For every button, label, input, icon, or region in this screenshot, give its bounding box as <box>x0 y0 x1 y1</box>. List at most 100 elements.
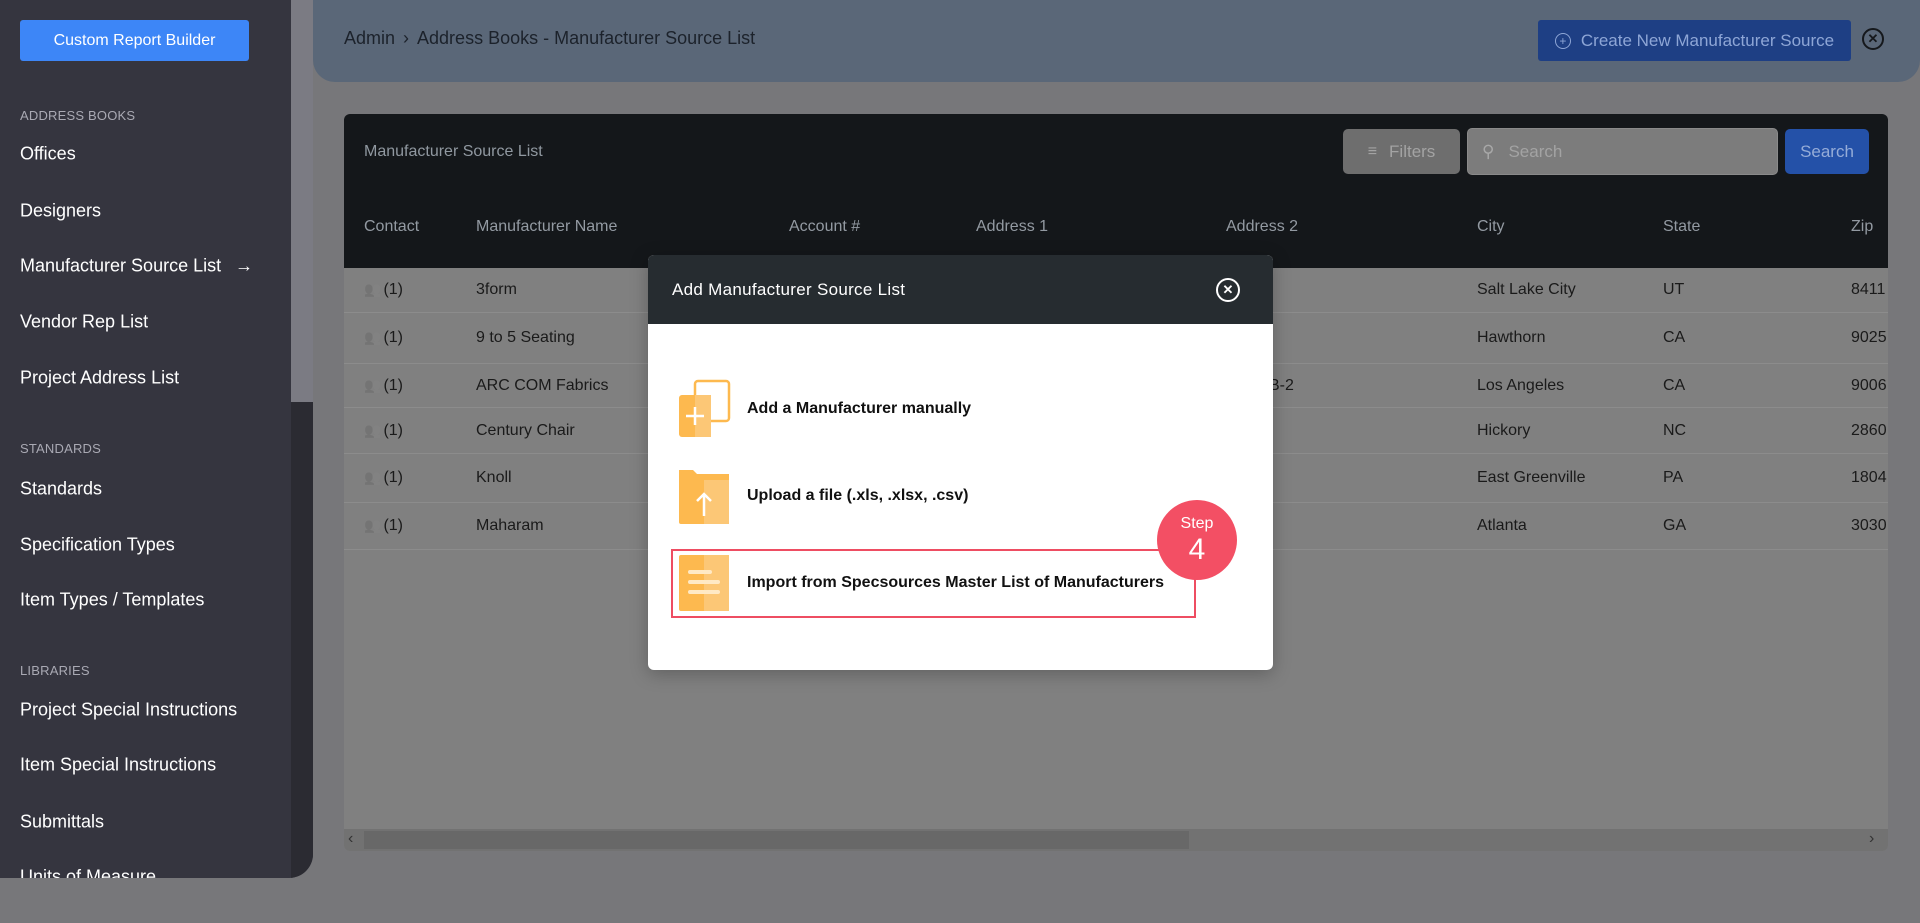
name-cell: ARC COM Fabrics <box>476 376 609 394</box>
sidebar-item-label: Item Types / Templates <box>20 589 205 610</box>
users-icon[interactable]: 👥 <box>364 517 381 533</box>
contact-count[interactable]: (1) <box>383 469 403 486</box>
sidebar-item-standards[interactable]: Standards <box>20 479 102 500</box>
breadcrumb: Admin › Address Books - Manufacturer Sou… <box>344 28 755 49</box>
sidebar-scrollbar-thumb[interactable] <box>291 0 313 402</box>
column-address-1[interactable]: Address 1 <box>976 218 1048 236</box>
option-label: Upload a file (.xls, .xlsx, .csv) <box>747 487 969 504</box>
filter-icon: ≡ <box>1367 142 1378 160</box>
column-address-2[interactable]: Address 2 <box>1226 218 1298 236</box>
city-cell: Hickory <box>1477 421 1531 439</box>
search-input[interactable] <box>1508 141 1759 162</box>
users-icon[interactable]: 👥 <box>364 329 381 345</box>
scroll-left-icon[interactable]: ‹ <box>348 830 353 848</box>
add-manufacturer-modal: Add Manufacturer Source List ✕ Add a Man… <box>648 255 1273 670</box>
state-cell: UT <box>1663 281 1685 298</box>
sidebar-item-project-special-instructions[interactable]: Project Special Instructions <box>20 700 237 721</box>
scroll-right-icon[interactable]: › <box>1869 830 1874 848</box>
contact-count[interactable]: (1) <box>383 377 403 394</box>
create-new-manufacturer-source-button[interactable]: + Create New Manufacturer Source <box>1538 20 1851 61</box>
option-upload-file[interactable]: Upload a file (.xls, .xlsx, .csv) <box>677 466 968 526</box>
users-icon[interactable]: 👥 <box>364 422 381 438</box>
city-cell: East Greenville <box>1477 469 1586 486</box>
column-city[interactable]: City <box>1477 218 1505 236</box>
column-state[interactable]: State <box>1663 218 1700 236</box>
create-button-label: Create New Manufacturer Source <box>1580 30 1835 50</box>
sidebar-item-label: Item Special Instructions <box>20 754 217 775</box>
users-icon[interactable]: 👥 <box>364 469 381 485</box>
sidebar-item-submittals[interactable]: Submittals <box>20 812 104 833</box>
city-cell: Hawthorn <box>1477 329 1546 346</box>
sidebar: Custom Report Builder ADDRESS BOOKS Offi… <box>0 0 313 878</box>
step-badge: Step 4 <box>1157 500 1237 580</box>
state-cell: CA <box>1663 329 1686 346</box>
custom-report-builder-button[interactable]: Custom Report Builder <box>20 20 249 61</box>
sidebar-item-label: Manufacturer Source List <box>20 255 222 276</box>
sidebar-item-specification-types[interactable]: Specification Types <box>20 535 175 556</box>
breadcrumb-admin[interactable]: Admin <box>344 28 395 49</box>
users-icon[interactable]: 👥 <box>364 281 381 297</box>
zip-cell: 9025 <box>1851 329 1887 346</box>
filters-button[interactable]: ≡ Filters <box>1343 129 1460 174</box>
search-button[interactable]: Search <box>1785 129 1869 174</box>
contact-count[interactable]: (1) <box>383 422 403 439</box>
search-box: ⚲ <box>1467 128 1778 175</box>
column-manufacturer-name[interactable]: Manufacturer Name <box>476 218 617 236</box>
name-cell: 9 to 5 Seating <box>476 329 575 346</box>
sidebar-item-item-types-templates[interactable]: Item Types / Templates <box>20 590 204 611</box>
sidebar-item-label: Project Address List <box>20 367 180 388</box>
sidebar-item-item-special-instructions[interactable]: Item Special Instructions <box>20 755 216 776</box>
sidebar-item-vendor-rep-list[interactable]: Vendor Rep List <box>20 312 148 333</box>
close-icon[interactable]: ✕ <box>1862 28 1884 50</box>
step-number: 4 <box>1188 532 1206 566</box>
chevron-right-icon: › <box>403 28 410 48</box>
state-cell: NC <box>1663 421 1687 439</box>
zip-cell: 1804 <box>1851 469 1887 486</box>
contact-count[interactable]: (1) <box>383 329 403 346</box>
column-zip[interactable]: Zip <box>1851 218 1873 236</box>
table-title: Manufacturer Source List <box>364 143 543 160</box>
column-contact[interactable]: Contact <box>364 218 419 236</box>
state-cell: CA <box>1663 376 1686 394</box>
sidebar-item-label: Designers <box>20 200 102 221</box>
contact-cell: 👥 (1) <box>364 281 403 299</box>
sidebar-item-label: Submittals <box>20 811 105 832</box>
users-icon[interactable]: 👥 <box>364 377 381 393</box>
option-add-manually[interactable]: Add a Manufacturer manually <box>677 379 971 439</box>
modal-close-icon[interactable]: ✕ <box>1216 278 1240 302</box>
sidebar-item-project-address-list[interactable]: Project Address List <box>20 368 179 389</box>
search-icon: ⚲ <box>1482 141 1495 161</box>
option-import-master-list[interactable]: Import from Specsources Master List of M… <box>677 553 1164 613</box>
horizontal-scrollbar[interactable]: ‹ › <box>344 829 1888 851</box>
name-cell: Century Chair <box>476 421 575 439</box>
sidebar-item-offices[interactable]: Offices <box>20 144 76 165</box>
horizontal-scrollbar-thumb[interactable] <box>364 831 1189 849</box>
zip-cell: 3030 <box>1851 517 1887 534</box>
sidebar-item-units-of-measure[interactable]: Units of Measure <box>20 867 156 879</box>
contact-cell: 👥 (1) <box>364 329 403 347</box>
contact-cell: 👥 (1) <box>364 517 403 535</box>
zip-cell: 8411 <box>1851 281 1886 298</box>
section-label-standards: STANDARDS <box>20 441 102 456</box>
contact-count[interactable]: (1) <box>383 517 403 534</box>
zip-cell: 2860 <box>1851 421 1887 439</box>
name-cell: 3form <box>476 281 517 298</box>
option-label: Add a Manufacturer manually <box>747 400 972 417</box>
sidebar-item-label: Project Special Instructions <box>20 699 238 720</box>
city-cell: Atlanta <box>1477 517 1527 534</box>
modal-title: Add Manufacturer Source List <box>672 280 906 299</box>
table-header: Manufacturer Source List ≡ Filters ⚲ Sea… <box>344 114 1888 268</box>
sidebar-item-label: Vendor Rep List <box>20 311 149 332</box>
sidebar-item-manufacturer-source-list[interactable]: Manufacturer Source List → <box>20 256 253 277</box>
page-header: Admin › Address Books - Manufacturer Sou… <box>313 0 1920 82</box>
step-label: Step <box>1180 514 1214 532</box>
sidebar-scrollbar[interactable] <box>291 0 313 878</box>
modal-header: Add Manufacturer Source List ✕ <box>648 255 1273 324</box>
contact-cell: 👥 (1) <box>364 469 403 487</box>
option-label: Import from Specsources Master List of M… <box>747 574 1164 591</box>
sidebar-item-designers[interactable]: Designers <box>20 201 101 222</box>
column-account[interactable]: Account # <box>789 218 860 236</box>
name-cell: Maharam <box>476 517 544 534</box>
zip-cell: 9006 <box>1851 376 1887 394</box>
contact-count[interactable]: (1) <box>383 281 403 298</box>
